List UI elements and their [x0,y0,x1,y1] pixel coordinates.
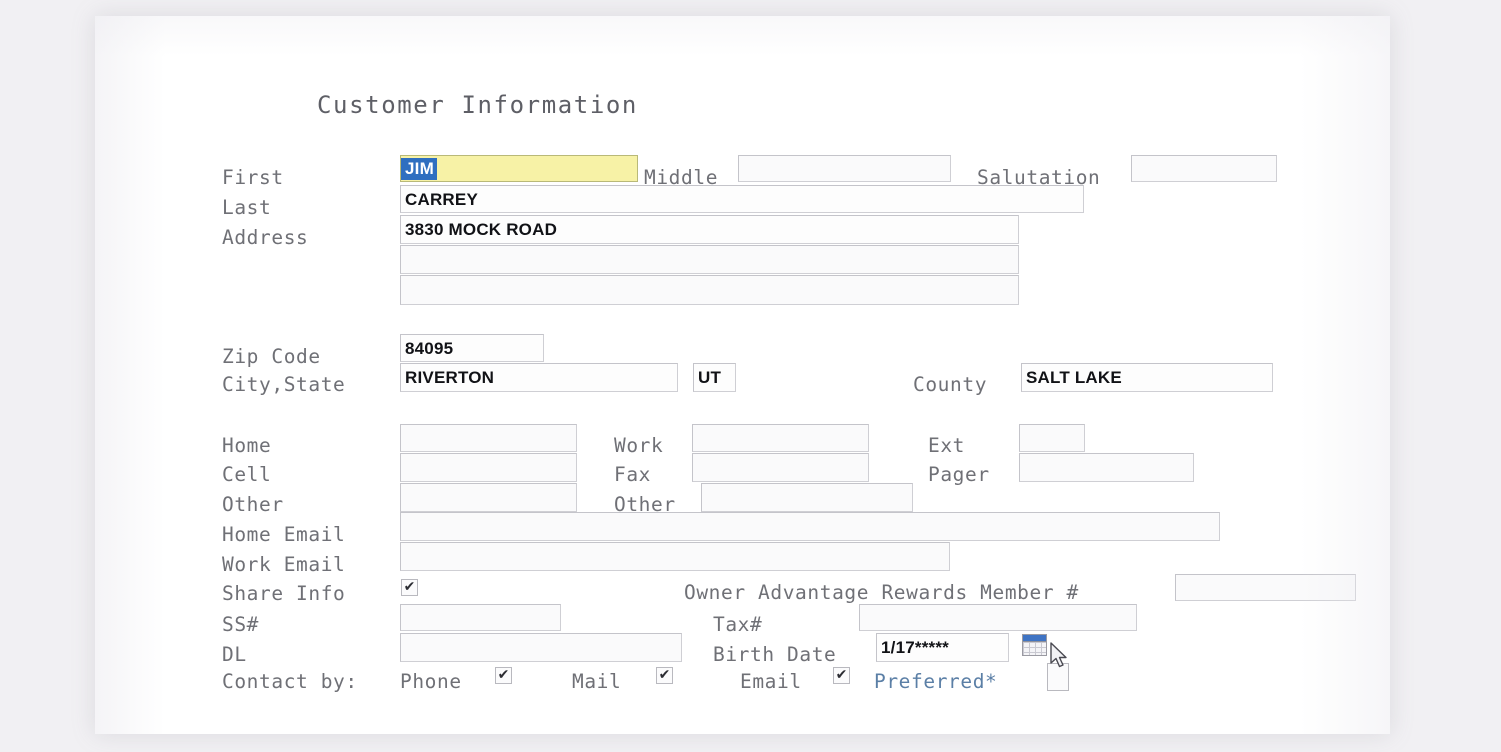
fax-input[interactable] [692,453,869,482]
contact-email-label: Email [740,670,802,693]
ext-input[interactable] [1019,424,1085,452]
rewards-member-input[interactable] [1175,574,1356,601]
tax-number-input[interactable] [859,604,1137,631]
rewards-member-label: Owner Advantage Rewards Member # [684,581,1079,604]
zip-code-input[interactable]: 84095 [400,334,544,362]
contact-phone-check-mark: ✔ [497,666,510,683]
contact-phone-label: Phone [400,670,462,693]
address-line3-input[interactable] [400,275,1019,305]
contact-email-checkbox[interactable]: ✔ [833,667,850,684]
other-phone-left-input[interactable] [400,483,577,512]
work-phone-input[interactable] [692,424,869,452]
ss-number-label: SS# [222,613,260,636]
customer-information-form: Customer Information First JIM Middle Sa… [95,16,1390,734]
cell-phone-input[interactable] [400,453,577,482]
preferred-checkbox[interactable] [1047,663,1069,691]
ext-label: Ext [928,434,966,457]
work-email-label: Work Email [222,553,346,576]
county-label: County [913,373,988,396]
other-phone-left-label: Other [222,493,284,516]
home-phone-label: Home [222,434,272,457]
pager-input[interactable] [1019,453,1194,482]
address-line2-input[interactable] [400,245,1019,274]
calendar-icon[interactable] [1022,634,1047,656]
address-line1-input[interactable]: 3830 MOCK ROAD [400,215,1019,244]
cell-phone-label: Cell [222,463,272,486]
ss-number-input[interactable] [400,604,561,631]
last-name-label: Last [222,196,272,219]
state-input[interactable]: UT [693,363,736,392]
drivers-license-input[interactable] [400,633,682,662]
other-phone-right-input[interactable] [701,483,913,512]
preferred-link[interactable]: Preferred* [874,672,997,692]
work-email-input[interactable] [400,542,950,571]
zip-code-label: Zip Code [222,345,321,368]
page-title: Customer Information [317,91,638,119]
city-input[interactable]: RIVERTON [400,363,678,392]
customer-information-panel: Customer Information First JIM Middle Sa… [95,16,1390,734]
pager-label: Pager [928,463,990,486]
first-name-input[interactable]: JIM [400,155,638,182]
home-email-input[interactable] [400,512,1220,541]
contact-mail-checkbox[interactable]: ✔ [656,667,673,684]
address-label: Address [222,226,309,249]
contact-by-label: Contact by: [222,670,358,693]
tax-number-label: Tax# [713,613,763,636]
middle-name-input[interactable] [738,155,951,182]
birth-date-input[interactable]: 1/17***** [876,633,1009,662]
home-email-label: Home Email [222,523,346,546]
salutation-input[interactable] [1131,155,1277,182]
contact-email-check-mark: ✔ [835,666,848,683]
fax-label: Fax [614,463,652,486]
first-name-label: First [222,166,284,189]
home-phone-input[interactable] [400,424,577,452]
work-phone-label: Work [614,434,664,457]
contact-mail-check-mark: ✔ [658,666,671,683]
calendar-icon-header [1023,635,1046,642]
share-info-label: Share Info [222,582,346,605]
calendar-icon-grid [1023,642,1046,655]
county-input[interactable]: SALT LAKE [1021,363,1273,392]
contact-phone-checkbox[interactable]: ✔ [495,667,512,684]
drivers-license-label: DL [222,643,247,666]
share-info-checkbox[interactable]: ✔ [401,579,418,596]
last-name-input[interactable]: CARREY [400,185,1084,213]
birth-date-label: Birth Date [713,643,837,666]
contact-mail-label: Mail [572,670,622,693]
first-name-selected-text: JIM [401,157,437,180]
share-info-check-mark: ✔ [403,578,416,595]
city-state-label: City,State [222,373,346,396]
